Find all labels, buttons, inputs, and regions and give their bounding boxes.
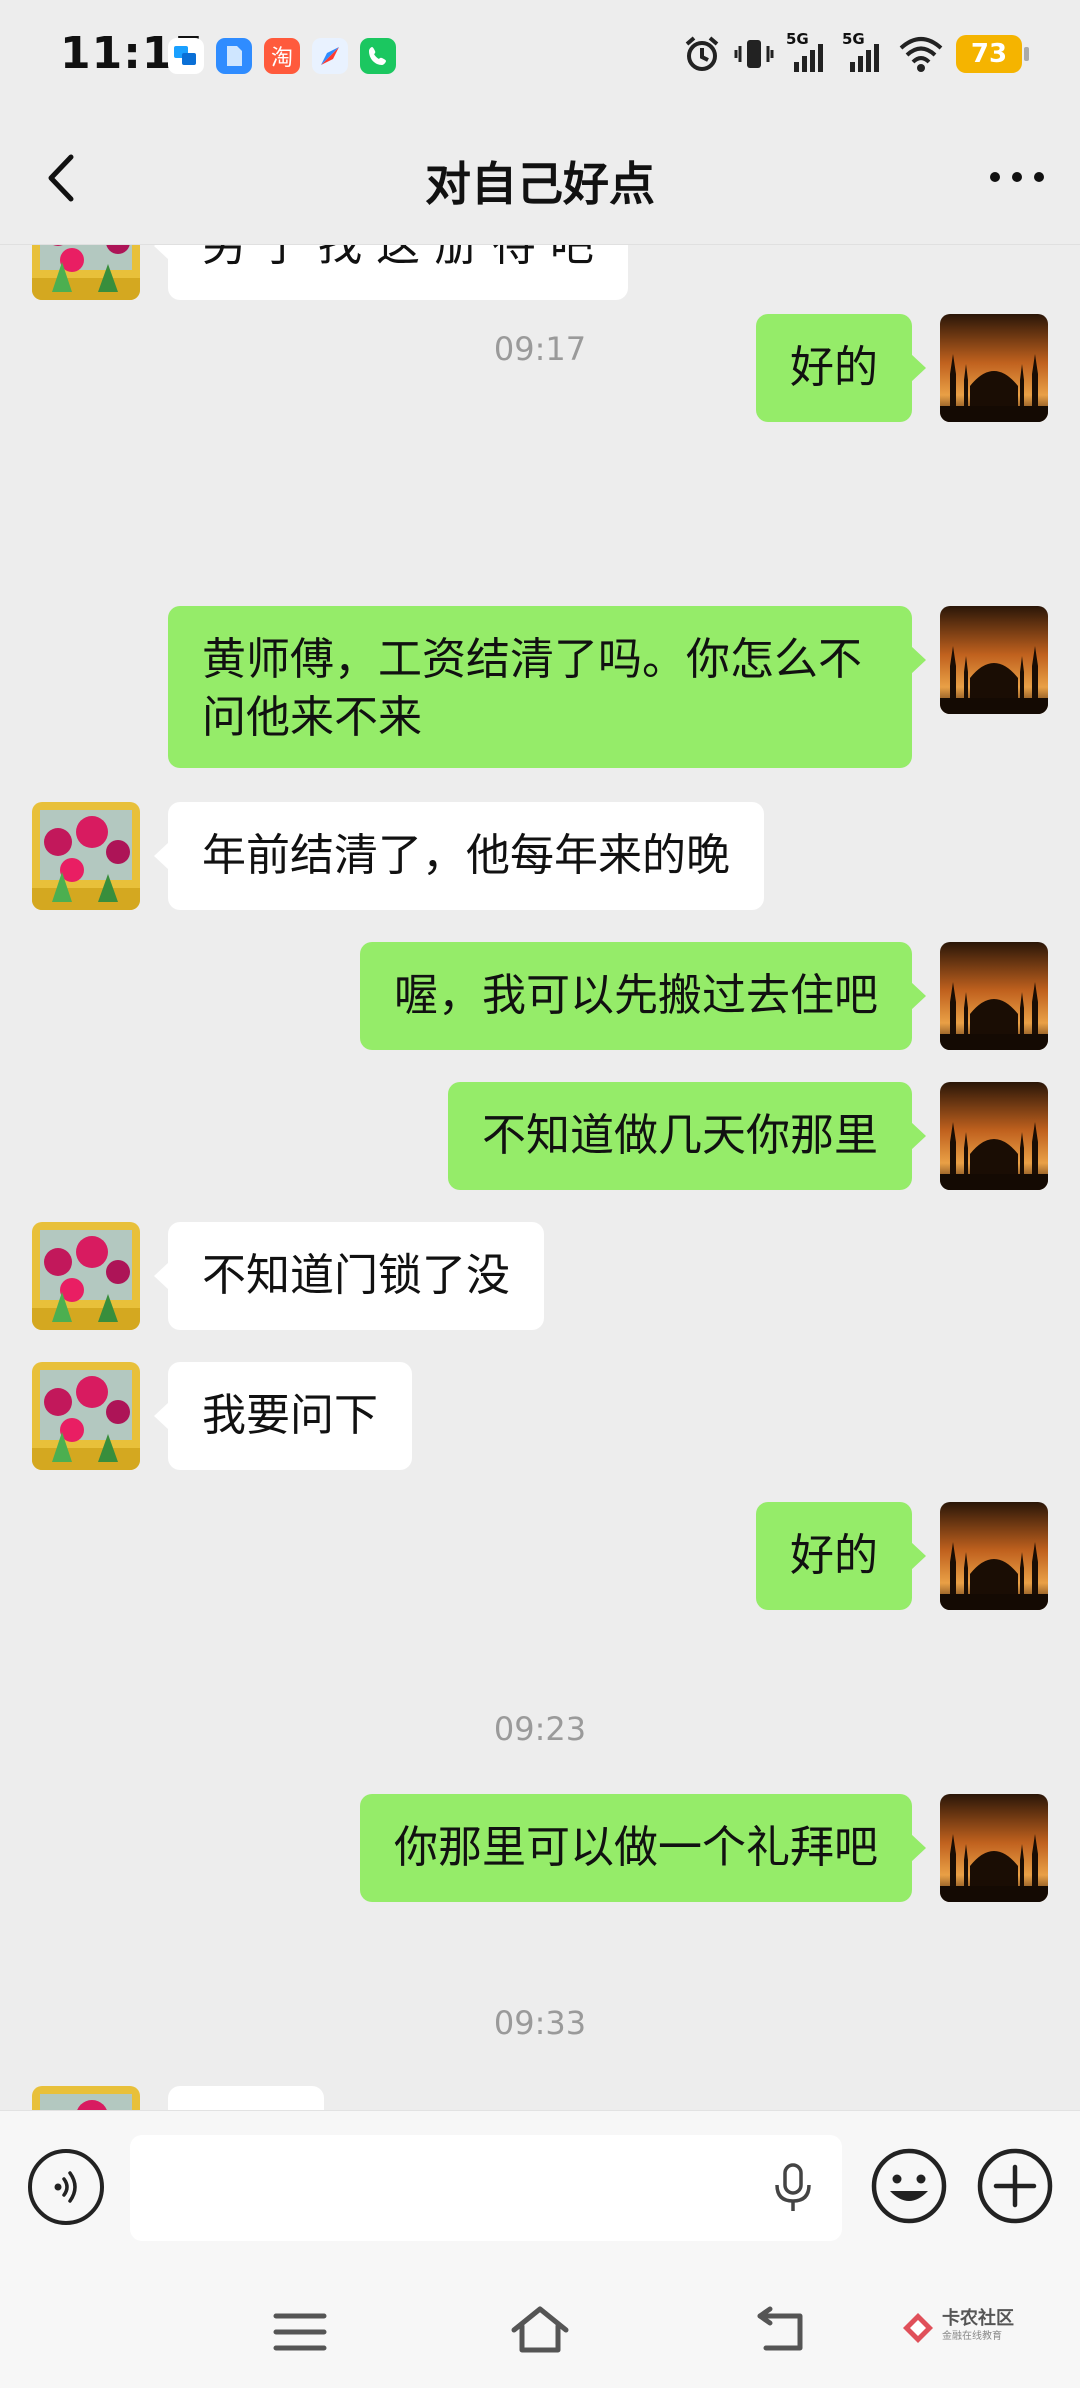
watermark-logo: 卡农社区 金融在线教育 (900, 2310, 1014, 2346)
home-nav-icon[interactable] (508, 2304, 572, 2356)
message-bubble-outgoing[interactable]: 不知道做几天你那里 (448, 1082, 926, 1190)
timestamp: 09:23 (493, 1710, 587, 1748)
add-attachment-button[interactable] (976, 2147, 1054, 2225)
back-nav-icon[interactable] (752, 2306, 808, 2354)
message-bubble-incoming[interactable]: 不知道门锁了没 (154, 1222, 544, 1330)
message-text: 黄师傅，工资结清了吗。你怎么不问他来不来 (202, 634, 862, 743)
message-input[interactable] (130, 2135, 842, 2241)
more-dots-icon (990, 172, 1044, 182)
my-avatar[interactable] (940, 1502, 1048, 1610)
message-text: 不知道做几天你那里 (482, 1110, 878, 1161)
system-navigation-bar: 卡农社区 金融在线教育 (0, 2270, 1080, 2388)
taobao-app-icon: 淘 (264, 38, 300, 74)
browser-app-icon (312, 38, 348, 74)
status-bar: 11:15 淘 5G 5G 73 (0, 0, 1080, 110)
my-avatar[interactable] (940, 942, 1048, 1050)
message-text: 我要问下 (202, 1390, 378, 1441)
vibrate-icon (734, 40, 774, 68)
message-bubble-outgoing[interactable]: 你那里可以做一个礼拜吧 (360, 1794, 926, 1902)
message-bubble-outgoing[interactable]: 好的 (756, 1502, 926, 1610)
message-bubble-incoming[interactable]: 我要问下 (154, 1362, 412, 1470)
alarm-icon (685, 36, 719, 71)
chat-message-list[interactable]: 另 了 找 这 册 待 吧 好的 09:17 黄师傅，工资结清了吗。你怎么不问他… (0, 244, 1080, 2110)
chat-title: 对自己好点 (425, 157, 655, 211)
files-app-icon (216, 38, 252, 74)
voice-toggle-button[interactable] (28, 2149, 104, 2225)
message-input-bar (0, 2110, 1080, 2271)
taobao-glyph: 淘 (270, 46, 293, 71)
watermark-title: 卡农社区 (942, 2308, 1014, 2329)
contact-avatar[interactable] (32, 802, 140, 910)
contact-avatar[interactable] (32, 244, 140, 300)
microphone-icon[interactable] (772, 2161, 814, 2215)
message-text: 另 了 找 这 册 待 吧 (202, 244, 594, 271)
contact-avatar[interactable] (32, 1222, 140, 1330)
status-indicators: 5G 5G 73 (682, 30, 1029, 74)
my-avatar[interactable] (940, 606, 1048, 714)
message-bubble-outgoing[interactable]: 喔，我可以先搬过去住吧 (360, 942, 926, 1050)
message-text: 好的 (790, 1530, 878, 1581)
more-options-button[interactable] (982, 152, 1052, 202)
message-bubble-incoming[interactable]: 另 了 找 这 册 待 吧 (154, 244, 628, 300)
message-bubble-outgoing[interactable]: 黄师傅，工资结清了吗。你怎么不问他来不来 (168, 606, 926, 768)
contact-avatar[interactable] (32, 1362, 140, 1470)
message-text: 你那里可以做一个礼拜吧 (394, 1822, 878, 1873)
voice-wave-icon (54, 2171, 77, 2203)
my-avatar[interactable] (940, 1082, 1048, 1190)
menu-nav-icon[interactable] (270, 2310, 330, 2354)
contact-avatar[interactable] (32, 2086, 140, 2110)
phone-app-icon (360, 38, 396, 74)
battery-indicator: 73 (956, 35, 1029, 73)
message-text: 喔，我可以先搬过去住吧 (394, 970, 878, 1021)
watermark-subtitle: 金融在线教育 (942, 2331, 1002, 2342)
timestamp: 09:33 (493, 2004, 587, 2042)
signal-icon-1: 5G (786, 30, 830, 74)
emoji-button[interactable] (870, 2147, 948, 2225)
my-avatar[interactable] (940, 1794, 1048, 1902)
message-bubble-incoming[interactable] (168, 2086, 324, 2110)
message-bubble-incoming[interactable]: 年前结清了，他每年来的晚 (154, 802, 764, 910)
signal-icon-2: 5G (842, 30, 886, 74)
message-app-icon (168, 38, 204, 74)
chat-header: 对自己好点 (0, 110, 1080, 245)
timestamp: 09:17 (493, 330, 587, 368)
notification-icons: 淘 (168, 38, 396, 74)
wifi-icon (899, 37, 943, 72)
kanong-logo-icon (903, 2313, 933, 2343)
message-text: 不知道门锁了没 (202, 1250, 510, 1301)
message-text: 年前结清了，他每年来的晚 (202, 830, 730, 881)
